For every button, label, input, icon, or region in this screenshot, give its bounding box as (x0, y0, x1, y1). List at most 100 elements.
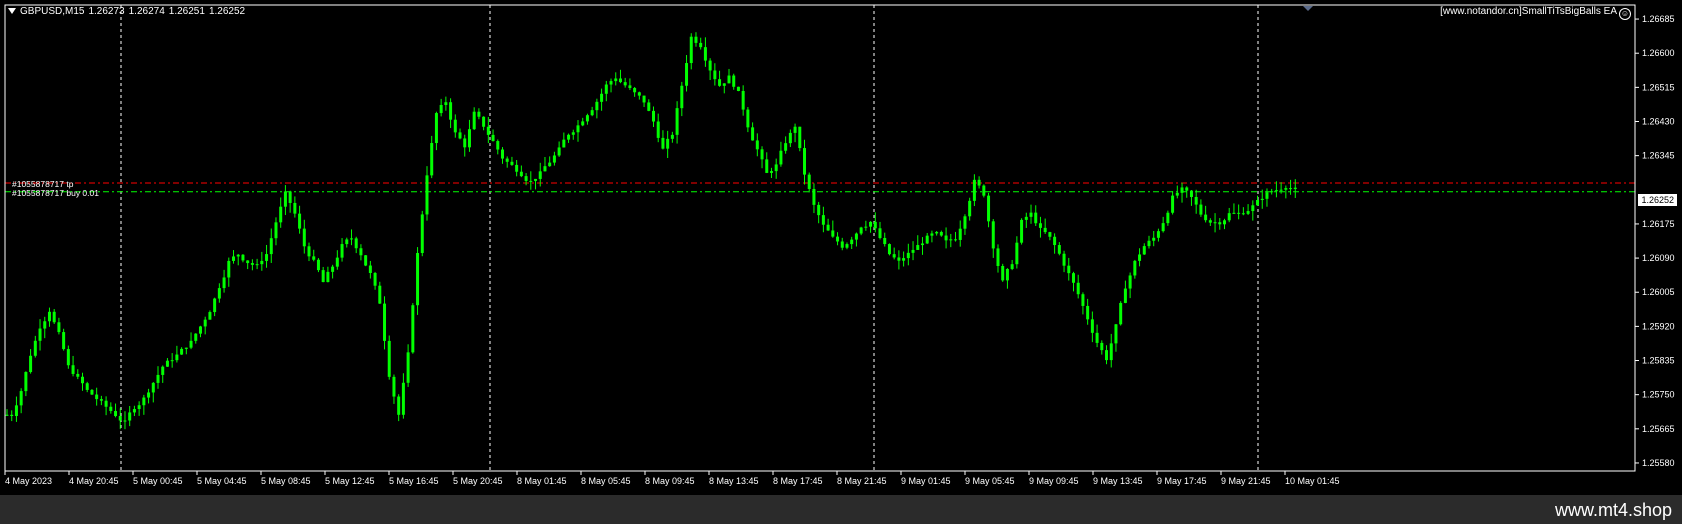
candle-body (883, 237, 887, 245)
x-tick-label: 10 May 01:45 (1285, 476, 1340, 486)
candle-body (925, 235, 929, 244)
candle-body (760, 149, 764, 160)
candle-body (203, 319, 207, 327)
candle-body (958, 228, 962, 240)
candle-body (335, 257, 339, 267)
candle-body (43, 321, 47, 329)
y-tick-label: 1.25750 (1642, 390, 1675, 400)
candle-body (354, 238, 358, 249)
candle-body (694, 36, 698, 43)
candle-body (62, 332, 66, 350)
candle-body (1010, 264, 1014, 269)
candle-body (1208, 220, 1212, 223)
candle-body (557, 147, 561, 156)
candle-body (515, 164, 519, 172)
x-tick-label: 4 May 20:45 (69, 476, 119, 486)
candle-body (1005, 268, 1009, 281)
candle-body (755, 140, 759, 150)
candle-body (519, 171, 523, 177)
candle-body (935, 231, 939, 234)
candle-body (1038, 223, 1042, 228)
candle-body (213, 298, 217, 313)
candle-body (1284, 188, 1288, 190)
candle-body (326, 271, 330, 283)
candle-body (652, 110, 655, 122)
candle-body (340, 244, 344, 258)
candle-body (1175, 192, 1179, 196)
candle-body (982, 185, 986, 196)
candle-body (5, 414, 9, 416)
candle-body (1199, 204, 1203, 215)
y-tick-label: 1.26345 (1642, 151, 1675, 161)
candle-body (708, 60, 712, 71)
candle-body (576, 125, 580, 133)
candle-body (232, 256, 236, 261)
candle-body (1076, 282, 1080, 295)
candle-body (104, 400, 108, 407)
candle-body (1161, 223, 1165, 232)
candle-body (911, 249, 915, 253)
candle-body (128, 412, 132, 421)
candle-body (1166, 212, 1170, 224)
candle-body (1227, 213, 1231, 221)
price-chart[interactable]: 1.26685 1.26600 1.26515 1.26430 1.26345 1.261… (0, 0, 1682, 495)
candle-body (991, 221, 995, 249)
scroll-marker-icon[interactable] (1303, 6, 1313, 11)
y-tick-label: 1.26685 (1642, 14, 1675, 24)
candle-body (618, 78, 622, 83)
candle-body (496, 141, 500, 150)
candle-body (378, 285, 382, 304)
candle-body (208, 312, 212, 320)
candle-body (1109, 343, 1113, 361)
y-tick-label: 1.26600 (1642, 48, 1675, 58)
candle-body (1171, 195, 1175, 213)
candle-body (184, 347, 188, 349)
candle-body (784, 143, 788, 151)
order-levels (5, 182, 1635, 193)
candle-body (349, 238, 353, 240)
candle-body (920, 243, 924, 246)
candle-body (1114, 324, 1118, 344)
candle-body (33, 340, 37, 356)
candle-body (1265, 192, 1269, 199)
candle-body (1128, 275, 1132, 289)
x-tick-label: 8 May 09:45 (645, 476, 695, 486)
candle-body (227, 260, 231, 278)
candle-body (57, 322, 61, 333)
candle-body (331, 266, 335, 272)
candle-body (114, 410, 118, 417)
candle-body (265, 254, 269, 261)
candle-body (793, 126, 797, 133)
menu-triangle-icon[interactable] (8, 8, 16, 15)
candle-body (1293, 187, 1297, 190)
chart-area[interactable]: 1.26685 1.26600 1.26515 1.26430 1.26345 1.261… (0, 0, 1682, 495)
candle-body (293, 202, 297, 214)
candle-body (854, 233, 858, 240)
candle-body (255, 264, 259, 266)
candle-body (869, 221, 873, 227)
candle-body (198, 326, 202, 334)
candle-body (109, 406, 113, 411)
candle-body (123, 420, 127, 422)
candle-body (1057, 245, 1061, 254)
candle-body (444, 102, 448, 106)
candle-body (722, 83, 726, 86)
candle-body (1222, 220, 1226, 225)
candle-body (260, 260, 264, 265)
candle-body (246, 260, 250, 264)
candle-body (944, 235, 948, 241)
candle-body (250, 263, 254, 265)
smiley-icon[interactable]: ☺ (1619, 8, 1631, 20)
x-tick-label: 9 May 13:45 (1093, 476, 1143, 486)
candle-body (1034, 212, 1038, 224)
candle-body (977, 179, 981, 186)
candle-body (401, 382, 405, 415)
candle-body (845, 244, 849, 248)
candle-body (732, 75, 736, 87)
candle-body (368, 265, 372, 273)
candle-body (996, 248, 1000, 267)
candle-body (137, 405, 141, 410)
candle-body (482, 116, 486, 127)
candle-body (595, 101, 599, 111)
candle-body (1142, 246, 1146, 255)
